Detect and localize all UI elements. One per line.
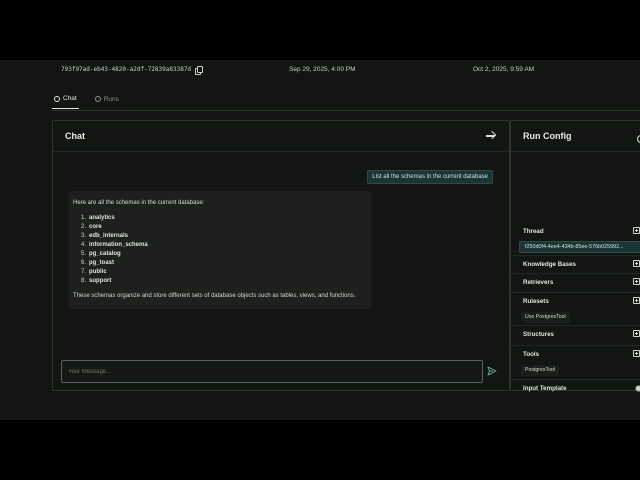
list-item: 5. pg_catalog xyxy=(81,251,121,257)
divider xyxy=(511,379,640,380)
list-item: 2. core xyxy=(81,224,102,230)
tabs-divider xyxy=(52,110,640,111)
tools-label: Tools xyxy=(523,350,540,358)
ruleset-chip[interactable]: Use PostgresTool xyxy=(521,312,570,323)
created-date: Sep 29, 2025, 4:00 PM xyxy=(289,66,356,73)
add-ruleset-icon[interactable] xyxy=(633,297,640,304)
list-item: 7. public xyxy=(81,269,107,275)
input-template-label: Input Template xyxy=(523,384,567,392)
knowledge-bases-label: Knowledge Bases xyxy=(523,260,576,268)
tab-runs[interactable]: Runs xyxy=(93,95,121,109)
chat-panel: Chat List all the schemas in the current… xyxy=(52,120,510,391)
message-input[interactable] xyxy=(61,360,483,383)
add-retriever-icon[interactable] xyxy=(633,278,640,285)
divider xyxy=(511,273,640,274)
user-message: List all the schemas in the current data… xyxy=(367,170,493,184)
add-tool-icon[interactable] xyxy=(633,350,640,357)
updated-date: Oct 2, 2025, 9:59 AM xyxy=(473,66,535,73)
chat-header: Chat xyxy=(53,121,509,152)
thread-row[interactable]: Thread xyxy=(511,224,640,238)
list-item: 1. analytics xyxy=(81,215,115,221)
tab-runs-label: Runs xyxy=(103,95,119,103)
thread-chip[interactable]: f250d0f4-4ee4-434b-85ee-576b025992... xyxy=(519,241,640,253)
app-window: 793f97ad-eb43-4820-a2df-72839a83387d Sep… xyxy=(0,60,640,420)
assistant-outro: These schemas organize and store differe… xyxy=(73,293,356,299)
thread-label: Thread xyxy=(523,227,544,235)
divider xyxy=(511,255,640,256)
run-meta-row: 793f97ad-eb43-4820-a2df-72839a83387d Sep… xyxy=(0,66,640,80)
schema-list: 1. analytics 2. core 3. edb_internals 4. inf… xyxy=(73,214,367,286)
input-template-toggle[interactable] xyxy=(635,385,640,392)
input-template-row: Input Template xyxy=(511,381,640,395)
structures-row[interactable]: Structures xyxy=(511,327,640,341)
add-knowledge-base-icon[interactable] xyxy=(633,260,640,267)
chat-title: Chat xyxy=(65,131,85,141)
copy-icon[interactable] xyxy=(195,66,204,75)
list-item: 4. information_schema xyxy=(81,242,148,248)
run-id-text: 793f97ad-eb43-4820-a2df-72839a83387d xyxy=(61,66,192,73)
assistant-message: Here are all the schemas in the current … xyxy=(69,191,371,309)
run-config-title: Run Config xyxy=(511,121,640,152)
chat-bubble-icon xyxy=(54,95,60,102)
divider xyxy=(511,345,640,346)
run-config-panel: Run Config Thread f250d0f4-4ee4-434b-85e… xyxy=(510,120,640,392)
clock-icon xyxy=(94,96,101,102)
structures-label: Structures xyxy=(523,330,554,338)
add-thread-icon[interactable] xyxy=(633,227,640,234)
add-structure-icon[interactable] xyxy=(633,330,640,337)
knowledge-bases-row[interactable]: Knowledge Bases xyxy=(511,257,640,271)
tab-bar: Chat Runs xyxy=(52,95,121,109)
assistant-intro: Here are all the schemas in the current … xyxy=(73,200,205,206)
divider xyxy=(511,292,640,293)
run-id: 793f97ad-eb43-4820-a2df-72839a83387d xyxy=(61,66,204,75)
tab-chat[interactable]: Chat xyxy=(52,95,79,109)
tool-chip[interactable]: PostgresTool xyxy=(521,365,559,376)
send-icon[interactable] xyxy=(487,366,497,376)
list-item: 8. support xyxy=(81,278,112,284)
tools-row[interactable]: Tools xyxy=(511,347,640,361)
rulesets-row[interactable]: Rulesets xyxy=(511,294,640,308)
retrievers-label: Retrievers xyxy=(523,278,554,286)
list-item: 6. pg_toast xyxy=(81,260,115,266)
retrievers-row[interactable]: Retrievers xyxy=(511,275,640,289)
divider xyxy=(511,325,640,326)
list-item: 3. edb_internals xyxy=(81,233,129,239)
rulesets-label: Rulesets xyxy=(523,297,549,305)
arrow-right-icon[interactable] xyxy=(485,130,497,142)
tab-chat-label: Chat xyxy=(63,95,77,102)
